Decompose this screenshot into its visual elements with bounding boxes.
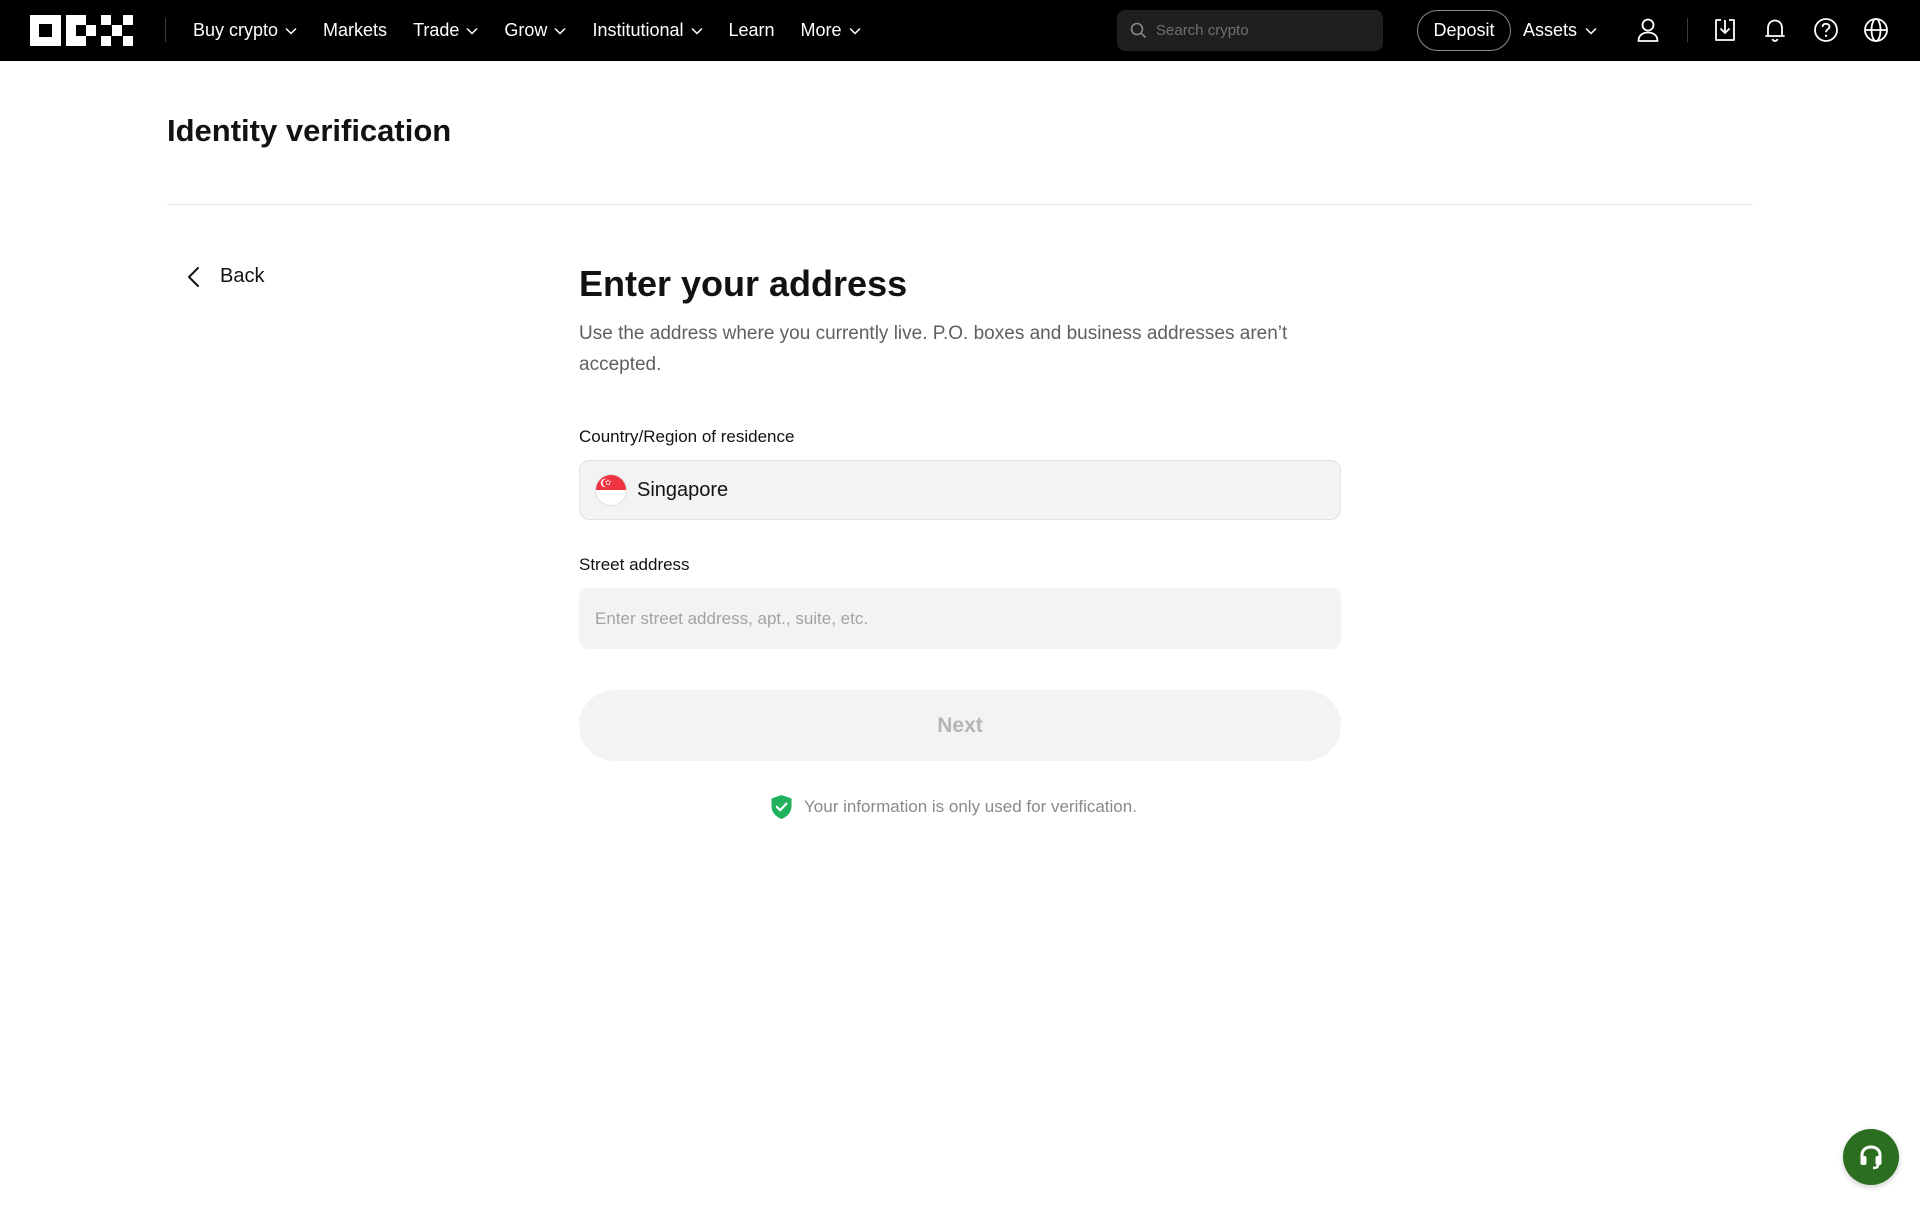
nav-item-more[interactable]: More bbox=[801, 20, 861, 41]
help-icon[interactable] bbox=[1811, 15, 1841, 45]
page-title: Identity verification bbox=[167, 113, 452, 148]
nav-item-label: More bbox=[800, 20, 842, 40]
country-value: Singapore bbox=[637, 478, 729, 501]
next-button[interactable]: Next bbox=[579, 690, 1341, 761]
header-divider bbox=[167, 204, 1753, 205]
assets-menu[interactable]: Assets bbox=[1523, 0, 1597, 61]
support-chat-button[interactable] bbox=[1843, 1129, 1899, 1185]
shield-check-icon bbox=[771, 795, 792, 819]
form-title: Enter your address bbox=[579, 263, 908, 304]
globe-icon[interactable] bbox=[1861, 15, 1891, 45]
country-select[interactable]: Singapore bbox=[579, 460, 1341, 520]
nav-divider bbox=[1687, 18, 1688, 42]
search-input[interactable] bbox=[1156, 22, 1356, 39]
nav-item-label: Institutional bbox=[592, 20, 684, 40]
okx-logo[interactable] bbox=[30, 15, 133, 46]
download-icon[interactable] bbox=[1710, 15, 1740, 45]
nav-item-label: Grow bbox=[504, 20, 548, 40]
search-icon bbox=[1130, 22, 1147, 39]
main-menu: Buy crypto Markets Trade Grow Institutio… bbox=[193, 0, 887, 61]
bell-icon[interactable] bbox=[1760, 15, 1790, 45]
nav-item-grow[interactable]: Grow bbox=[504, 20, 566, 41]
nav-item-institutional[interactable]: Institutional bbox=[592, 20, 703, 41]
back-label: Back bbox=[220, 265, 265, 287]
chevron-down-icon bbox=[554, 27, 566, 35]
chevron-down-icon bbox=[849, 27, 861, 35]
deposit-button[interactable]: Deposit bbox=[1417, 10, 1511, 51]
search-box[interactable] bbox=[1117, 10, 1383, 51]
user-icon[interactable] bbox=[1633, 15, 1663, 45]
address-form: Enter your address Use the address where… bbox=[579, 262, 1341, 380]
chevron-down-icon bbox=[285, 27, 297, 35]
nav-item-buy-crypto[interactable]: Buy crypto bbox=[193, 20, 297, 41]
form-subtitle: Use the address where you currently live… bbox=[579, 323, 1288, 375]
nav-divider bbox=[165, 18, 166, 42]
privacy-note: Your information is only used for verifi… bbox=[770, 794, 1137, 820]
nav-item-learn[interactable]: Learn bbox=[729, 20, 775, 41]
nav-item-label: Buy crypto bbox=[193, 20, 279, 40]
nav-item-label: Learn bbox=[728, 20, 775, 40]
chevron-down-icon bbox=[466, 27, 478, 35]
singapore-flag-icon bbox=[596, 475, 626, 505]
street-label: Street address bbox=[579, 555, 690, 574]
privacy-text: Your information is only used for verifi… bbox=[804, 797, 1137, 816]
chevron-down-icon bbox=[1585, 27, 1597, 35]
chevron-left-icon bbox=[188, 266, 199, 287]
back-link[interactable]: Back bbox=[186, 265, 264, 288]
country-label: Country/Region of residence bbox=[579, 427, 795, 446]
nav-item-label: Markets bbox=[323, 20, 388, 40]
nav-item-markets[interactable]: Markets bbox=[323, 20, 387, 41]
street-address-input[interactable] bbox=[579, 588, 1341, 649]
top-navigation: Buy crypto Markets Trade Grow Institutio… bbox=[0, 0, 1920, 61]
headset-icon bbox=[1860, 1145, 1882, 1170]
nav-item-trade[interactable]: Trade bbox=[413, 20, 478, 41]
chevron-down-icon bbox=[690, 27, 703, 35]
assets-label: Assets bbox=[1523, 20, 1578, 40]
nav-item-label: Trade bbox=[413, 20, 460, 40]
